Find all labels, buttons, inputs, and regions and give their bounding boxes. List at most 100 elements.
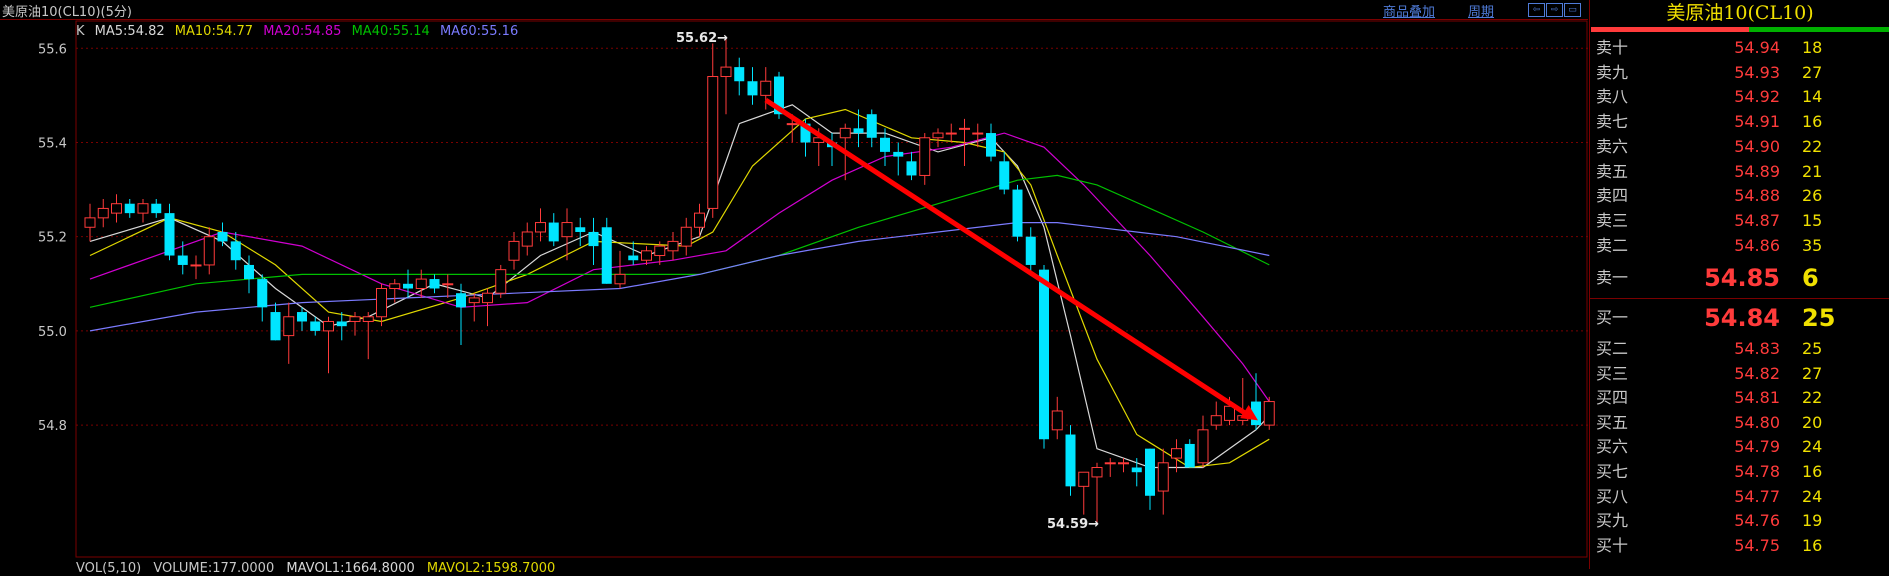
bid-row[interactable]: 买十 54.75 16 bbox=[1590, 534, 1889, 558]
add-product-link[interactable]: 商品叠加 bbox=[1383, 1, 1435, 20]
arrow-left-icon[interactable]: ⇦ bbox=[1528, 3, 1545, 17]
bid-price: 54.78 bbox=[1734, 462, 1780, 481]
bid-label: 买三 bbox=[1596, 363, 1629, 383]
bid-label: 买八 bbox=[1596, 486, 1629, 506]
ask-row[interactable]: 卖六 54.90 22 bbox=[1590, 135, 1889, 159]
bid-label: 买七 bbox=[1596, 462, 1629, 481]
candlestick-chart[interactable]: 55.6 55.4 55.2 55.0 54.8 55.62→ 54.59→ bbox=[0, 20, 1588, 569]
ask-label: 卖二 bbox=[1596, 235, 1629, 255]
bid-row[interactable]: 买六 54.79 24 bbox=[1590, 435, 1889, 459]
bid-price: 54.84 bbox=[1704, 304, 1780, 332]
expand-icon[interactable]: ▭ bbox=[1564, 3, 1581, 17]
ask-row[interactable]: 卖三 54.87 15 bbox=[1590, 209, 1889, 233]
ma20-line bbox=[89, 132, 1270, 402]
y-tick-label: 55.6 bbox=[38, 42, 67, 57]
ask-row[interactable]: 卖八 54.92 14 bbox=[1590, 85, 1889, 109]
bid-row[interactable]: 买八 54.77 24 bbox=[1590, 485, 1889, 509]
ask-row[interactable]: 卖二 54.86 35 bbox=[1590, 234, 1889, 258]
candle-body bbox=[389, 283, 401, 289]
bid-row[interactable]: 买五 54.80 20 bbox=[1590, 411, 1889, 435]
ask-vol: 22 bbox=[1802, 136, 1823, 156]
bid-row[interactable]: 买一 54.84 25 bbox=[1590, 306, 1889, 330]
candle-body bbox=[1078, 471, 1090, 487]
ask-vol: 21 bbox=[1802, 161, 1823, 181]
legend-ma5: MA5:54.82 bbox=[94, 24, 165, 39]
period-link[interactable]: 周期 bbox=[1468, 1, 1494, 20]
ask-row[interactable]: 卖五 54.89 21 bbox=[1590, 160, 1889, 184]
bid-label: 买四 bbox=[1596, 388, 1629, 408]
candle-body bbox=[244, 264, 254, 280]
bid-vol: 24 bbox=[1802, 486, 1823, 506]
bid-price: 54.82 bbox=[1734, 363, 1780, 383]
orderbook-title: 美原油10(CL10) bbox=[1666, 2, 1814, 24]
ask-label: 卖三 bbox=[1596, 210, 1629, 230]
candle-body bbox=[521, 231, 533, 247]
candle-body bbox=[1184, 443, 1195, 468]
bid-vol: 22 bbox=[1802, 388, 1823, 408]
candle-body bbox=[84, 217, 96, 228]
candle-body bbox=[1104, 462, 1116, 465]
candle-body bbox=[297, 312, 307, 322]
candle-body bbox=[323, 320, 334, 332]
ask-row[interactable]: 卖九 54.93 27 bbox=[1590, 61, 1889, 85]
bid-row[interactable]: 买三 54.82 27 bbox=[1590, 362, 1889, 386]
candle-body bbox=[151, 203, 162, 214]
candle-body bbox=[468, 297, 480, 304]
candle-body bbox=[1224, 405, 1235, 421]
candle-body bbox=[1145, 448, 1155, 496]
trend-arrow-line bbox=[764, 97, 1252, 419]
sell-ratio-bar bbox=[1591, 27, 1749, 32]
chart-area[interactable]: 55.6 55.4 55.2 55.0 54.8 55.62→ 54.59→ K MA5:5… bbox=[0, 20, 1588, 576]
high-annotation: 55.62→ bbox=[676, 31, 728, 46]
candle-body bbox=[614, 273, 626, 285]
candle-body bbox=[508, 240, 520, 261]
candle-body bbox=[137, 203, 149, 214]
candle-body bbox=[1039, 269, 1049, 440]
candle-body bbox=[906, 161, 917, 176]
candle-body bbox=[456, 293, 466, 308]
bid-row[interactable]: 买九 54.76 19 bbox=[1590, 509, 1889, 533]
candle-body bbox=[601, 227, 612, 284]
bid-price: 54.79 bbox=[1734, 437, 1780, 457]
ask-row[interactable]: 卖四 54.88 26 bbox=[1590, 184, 1889, 208]
ask-vol: 15 bbox=[1802, 210, 1823, 230]
candle-body bbox=[415, 278, 427, 290]
candle-body bbox=[588, 231, 599, 247]
ask-vol: 27 bbox=[1802, 62, 1823, 82]
bid-row[interactable]: 买七 54.78 16 bbox=[1590, 460, 1889, 484]
candle-body bbox=[760, 80, 772, 96]
ask-vol: 14 bbox=[1802, 87, 1823, 107]
bid-vol: 19 bbox=[1802, 511, 1823, 531]
ask-price: 54.93 bbox=[1734, 62, 1780, 82]
bid-label: 买五 bbox=[1596, 412, 1629, 432]
candle-body bbox=[561, 222, 573, 238]
candle-body bbox=[932, 132, 944, 139]
candle-body bbox=[495, 269, 507, 294]
bid-vol: 20 bbox=[1802, 412, 1823, 432]
ask-label: 卖十 bbox=[1596, 38, 1629, 57]
candle-body bbox=[880, 137, 890, 152]
bid-row[interactable]: 买四 54.81 22 bbox=[1590, 386, 1889, 410]
candle-body bbox=[972, 132, 984, 135]
arrow-right-icon[interactable]: ⇨ bbox=[1546, 3, 1563, 17]
candle-body bbox=[667, 240, 679, 252]
candle-body bbox=[164, 213, 175, 256]
bid-row[interactable]: 买二 54.83 25 bbox=[1590, 337, 1889, 361]
candle-body bbox=[694, 212, 705, 228]
y-tick-label: 55.4 bbox=[38, 136, 67, 151]
ask-price: 54.88 bbox=[1734, 186, 1780, 206]
bid-label: 买十 bbox=[1596, 535, 1629, 555]
candle-body bbox=[1131, 467, 1142, 473]
ask-row[interactable]: 卖十 54.94 18 bbox=[1590, 36, 1889, 60]
candle-body bbox=[111, 203, 122, 214]
bid-price: 54.75 bbox=[1734, 535, 1780, 555]
ask-price: 54.87 bbox=[1734, 210, 1780, 230]
candle-body bbox=[945, 132, 957, 135]
ask-row[interactable]: 卖七 54.91 16 bbox=[1590, 110, 1889, 134]
ask-row[interactable]: 卖一 54.85 6 bbox=[1590, 266, 1889, 290]
candle-body bbox=[866, 114, 877, 138]
ask-label: 卖七 bbox=[1596, 112, 1629, 132]
ask-vol: 18 bbox=[1802, 38, 1823, 57]
ask-label: 卖九 bbox=[1596, 62, 1629, 82]
ask-label: 卖四 bbox=[1596, 186, 1629, 206]
